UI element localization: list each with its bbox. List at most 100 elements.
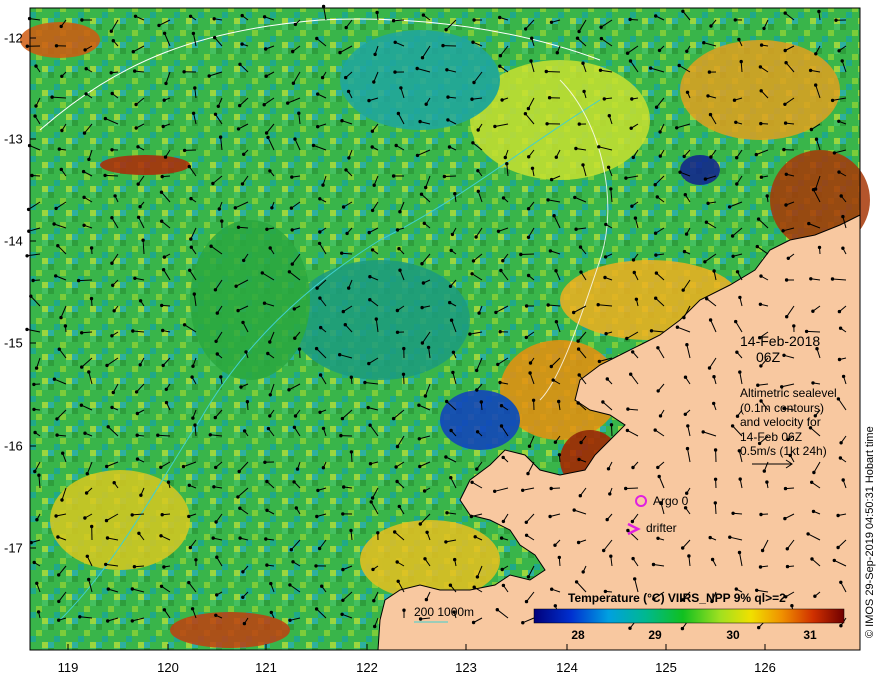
velocity-arrow-head	[814, 83, 818, 87]
velocity-arrow-head	[837, 49, 841, 53]
velocity-arrow-head	[629, 126, 633, 130]
velocity-arrow-head	[37, 473, 41, 477]
velocity-arrow-head	[219, 375, 223, 379]
velocity-arrow-head	[367, 230, 371, 235]
velocity-arrow-head	[651, 562, 656, 567]
velocity-arrow-head	[376, 531, 380, 535]
velocity-arrow-head	[84, 67, 88, 71]
velocity-arrow-head	[368, 423, 372, 427]
velocity-arrow-head	[475, 368, 479, 373]
velocity-arrow-head	[421, 281, 426, 285]
velocity-arrow-head	[609, 423, 614, 427]
velocity-arrow-head	[87, 157, 91, 162]
velocity-arrow-head	[839, 194, 843, 198]
velocity-arrow-head	[811, 509, 816, 514]
velocity-arrow-head	[759, 43, 764, 47]
velocity-arrow-head	[341, 205, 346, 209]
velocity-arrow-head	[314, 607, 319, 611]
velocity-arrow-head	[398, 210, 402, 214]
velocity-arrow-head	[57, 147, 61, 151]
velocity-arrow-head	[812, 470, 816, 475]
velocity-arrow-head	[341, 567, 345, 572]
velocity-arrow-head	[402, 608, 406, 612]
velocity-arrow-head	[213, 288, 218, 292]
velocity-arrow-head	[521, 488, 525, 492]
velocity-arrow-head	[319, 325, 323, 330]
velocity-arrow-head	[60, 74, 64, 79]
velocity-arrow-head	[630, 204, 634, 208]
map-time: 06Z	[756, 349, 781, 365]
velocity-arrow-head	[814, 52, 818, 56]
velocity-arrow-head	[422, 489, 427, 493]
velocity-arrow-head	[471, 259, 476, 263]
velocity-arrow-head	[758, 302, 763, 306]
velocity-arrow-head	[266, 351, 270, 356]
velocity-arrow-head	[417, 437, 421, 441]
velocity-arrow-head	[631, 465, 635, 470]
velocity-arrow-head	[30, 173, 34, 178]
velocity-arrow-head	[80, 331, 84, 335]
velocity-arrow-head	[60, 128, 64, 133]
velocity-arrow-head	[346, 89, 351, 94]
velocity-arrow-head	[501, 583, 506, 588]
velocity-arrow-head	[683, 412, 687, 416]
velocity-arrow	[78, 279, 93, 282]
velocity-arrow-head	[625, 336, 629, 341]
velocity-arrow-head	[499, 536, 504, 540]
velocity-arrow-head	[575, 36, 580, 40]
velocity-arrow-head	[521, 621, 525, 625]
velocity-arrow-head	[811, 381, 815, 385]
velocity-arrow-head	[160, 513, 164, 517]
velocity-arrow-head	[338, 353, 342, 357]
velocity-arrow-head	[446, 118, 450, 122]
velocity-arrow-head	[134, 390, 139, 394]
velocity-arrow-head	[264, 537, 268, 541]
velocity-arrow-head	[648, 66, 653, 70]
velocity-arrow-head	[315, 286, 319, 290]
velocity-arrow-head	[524, 27, 528, 31]
velocity-arrow-head	[814, 137, 819, 141]
velocity-arrow-head	[841, 478, 845, 482]
velocity-arrow-head	[192, 292, 197, 296]
velocity-arrow-head	[340, 612, 344, 616]
velocity-arrow-head	[245, 400, 250, 404]
velocity-arrow-head	[26, 207, 31, 212]
velocity-arrow-head	[191, 111, 196, 116]
velocity-arrow-head	[529, 59, 533, 63]
velocity-arrow-head	[734, 120, 738, 125]
velocity-arrow-head	[266, 426, 271, 431]
velocity-arrow-head	[318, 373, 323, 377]
velocity-arrow-head	[686, 424, 690, 428]
velocity-arrow-head	[837, 309, 842, 314]
velocity-arrow-head	[265, 508, 269, 512]
velocity-arrow-head	[57, 618, 61, 622]
velocity-arrow-head	[783, 516, 787, 521]
velocity-arrow-head	[546, 198, 550, 202]
velocity-arrow-head	[684, 232, 689, 236]
velocity-arrow-head	[681, 288, 685, 292]
velocity-arrow-head	[109, 71, 113, 75]
velocity-arrow-head	[503, 155, 507, 160]
velocity-arrow-head	[546, 303, 550, 307]
velocity-arrow-head	[707, 70, 712, 74]
velocity-arrow-head	[34, 64, 38, 68]
velocity-arrow-head	[391, 19, 396, 23]
velocity-arrow-head	[498, 15, 502, 20]
velocity-arrow-head	[213, 415, 218, 420]
velocity-arrow-head	[80, 365, 84, 369]
velocity-arrow-head	[366, 405, 370, 410]
velocity-arrow-head	[215, 555, 219, 559]
velocity-arrow-head	[342, 485, 346, 489]
velocity-arrow-head	[605, 517, 609, 522]
contour-legend-label: 200 1000m	[414, 605, 475, 619]
velocity-arrow-head	[654, 253, 658, 257]
velocity-arrow-head	[783, 102, 787, 107]
velocity-arrow-head	[63, 324, 68, 328]
velocity-arrow-head	[712, 375, 716, 379]
velocity-arrow-head	[453, 557, 457, 562]
velocity-arrow-head	[85, 554, 90, 558]
velocity-arrow-head	[188, 14, 193, 18]
velocity-arrow-head	[448, 284, 453, 288]
velocity-arrow-head	[393, 40, 397, 44]
velocity-arrow-head	[395, 444, 400, 449]
